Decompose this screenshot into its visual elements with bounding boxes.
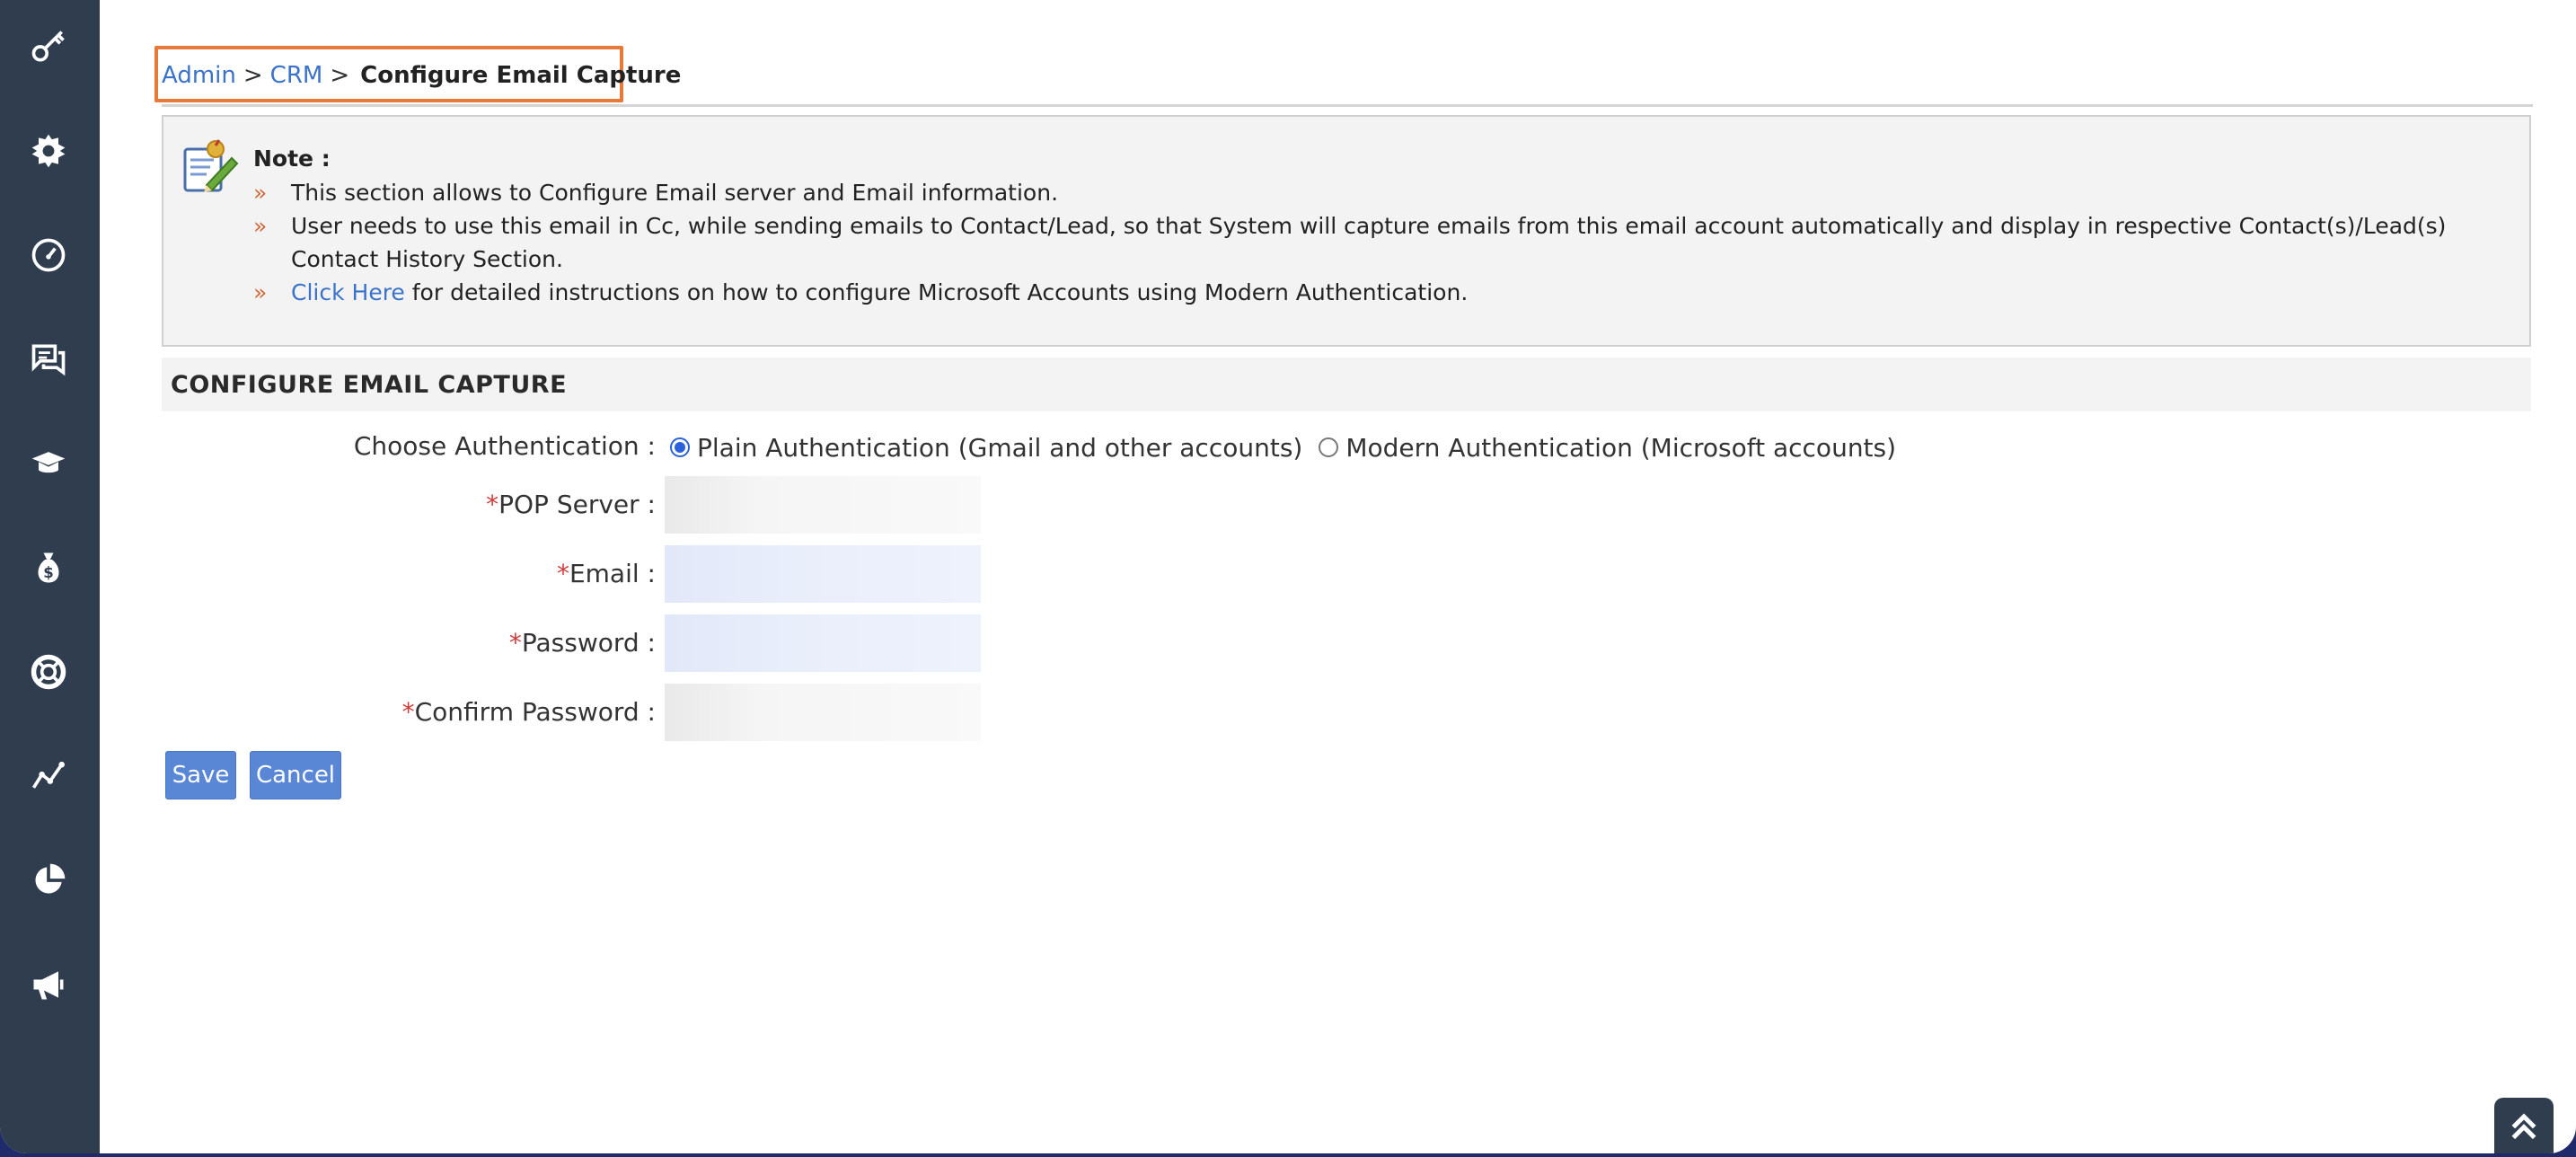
scroll-to-top-button[interactable] [2494, 1098, 2554, 1153]
double-chevron-up-icon [2511, 1113, 2536, 1140]
sidebar-item-reports[interactable] [18, 850, 79, 911]
breadcrumb: Admin > CRM > Configure Email Capture [162, 57, 681, 93]
confirm-password-label-text: Confirm Password : [414, 697, 656, 727]
page-title: Configure Email Capture [360, 62, 682, 89]
sidebar-item-settings[interactable] [18, 120, 79, 181]
note-item: » This section allows to Configure Email… [253, 176, 2499, 209]
plain-auth-radio[interactable] [670, 437, 690, 457]
note-item: » User needs to use this email in Cc, wh… [253, 209, 2499, 276]
required-mark: * [486, 490, 499, 519]
sidebar-item-training[interactable] [18, 433, 79, 494]
megaphone-icon [33, 971, 64, 1000]
password-label-text: Password : [521, 628, 656, 658]
note-title: Note : [253, 146, 331, 172]
required-mark: * [508, 628, 522, 658]
password-label: *Password : [171, 625, 656, 661]
sidebar: $ [0, 0, 100, 1153]
pop-server-label: *POP Server : [171, 487, 656, 523]
note-item: » Click Here for detailed instructions o… [253, 276, 2499, 309]
lifebuoy-icon [31, 654, 66, 690]
line-chart-icon [31, 761, 65, 789]
sidebar-item-dashboard[interactable] [18, 225, 79, 286]
note-text: This section allows to Configure Email s… [291, 180, 1059, 206]
email-label: *Email : [171, 556, 656, 592]
bullet-glyph: » [253, 213, 268, 239]
email-label-text: Email : [569, 559, 656, 588]
pop-server-input[interactable] [665, 476, 981, 534]
note-text: User needs to use this email in Cc, whil… [291, 213, 2447, 272]
breadcrumb-admin-link[interactable]: Admin [162, 62, 236, 89]
plain-auth-label[interactable]: Plain Authentication (Gmail and other ac… [697, 433, 1302, 463]
breadcrumb-crm-link[interactable]: CRM [270, 62, 323, 89]
divider [162, 104, 2533, 107]
modern-auth-label[interactable]: Modern Authentication (Microsoft account… [1345, 433, 1896, 463]
auth-radio-group: Plain Authentication (Gmail and other ac… [670, 429, 1912, 465]
note-list: » This section allows to Configure Email… [253, 176, 2499, 309]
key-icon [31, 31, 65, 62]
breadcrumb-separator: > [243, 62, 263, 89]
gear-icon [31, 134, 66, 168]
clipboard-note-icon [183, 139, 239, 192]
bullet-glyph: » [253, 180, 268, 206]
modern-auth-radio[interactable] [1319, 437, 1339, 457]
pie-chart-icon [35, 863, 66, 894]
required-mark: * [401, 697, 415, 727]
sidebar-item-analytics[interactable] [18, 746, 79, 807]
auth-label: Choose Authentication : [353, 431, 656, 461]
chat-icon [31, 344, 66, 376]
sidebar-item-messages[interactable] [18, 329, 79, 390]
bullet-glyph: » [253, 279, 268, 305]
sidebar-item-campaigns[interactable] [18, 954, 79, 1015]
confirm-password-input[interactable] [665, 684, 981, 741]
money-bag-icon: $ [38, 552, 59, 583]
cancel-button[interactable]: Cancel [250, 751, 341, 799]
instructions-link[interactable]: Click Here [291, 279, 405, 305]
email-input[interactable] [665, 545, 981, 603]
confirm-password-label: *Confirm Password : [171, 694, 656, 730]
note-text: for detailed instructions on how to conf… [404, 279, 1469, 305]
sidebar-item-key[interactable] [18, 16, 79, 77]
required-mark: * [556, 559, 569, 588]
save-button[interactable]: Save [165, 751, 236, 799]
app-frame: $ Admin > CRM > Configure Email Capture [0, 0, 2576, 1153]
svg-text:$: $ [43, 564, 53, 581]
note-panel: Note : » This section allows to Configur… [162, 115, 2531, 347]
sidebar-item-support[interactable] [18, 641, 79, 702]
breadcrumb-separator: > [330, 62, 350, 89]
sidebar-item-finance[interactable]: $ [18, 537, 79, 598]
dashboard-gauge-icon [31, 238, 66, 272]
section-title: CONFIGURE EMAIL CAPTURE [162, 358, 2531, 411]
pop-server-label-text: POP Server : [498, 490, 656, 519]
graduation-cap-icon [31, 452, 66, 473]
password-input[interactable] [665, 614, 981, 672]
